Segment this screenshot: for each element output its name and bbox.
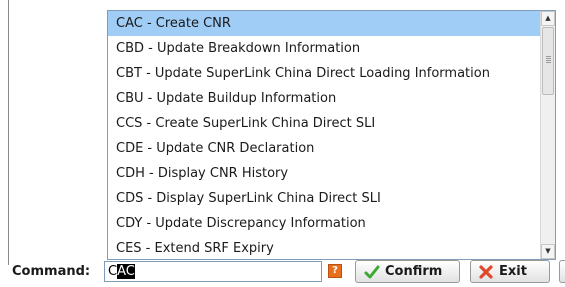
dropdown-option-cac[interactable]: CAC - Create CNR — [108, 11, 541, 36]
dropdown-option-cde[interactable]: CDE - Update CNR Declaration — [108, 136, 541, 161]
command-selected-text: AC — [117, 264, 135, 279]
dropdown-option-cbt[interactable]: CBT - Update SuperLink China Direct Load… — [108, 61, 541, 86]
panel-left-border — [8, 0, 9, 265]
command-input[interactable]: CAC — [104, 261, 322, 282]
exit-button[interactable]: Exit — [470, 260, 550, 283]
dropdown-option-cbd[interactable]: CBD - Update Breakdown Information — [108, 36, 541, 61]
exit-button-label: Exit — [499, 264, 527, 279]
confirm-button-label: Confirm — [385, 264, 443, 279]
x-icon — [479, 264, 493, 279]
dropdown-option-cds[interactable]: CDS - Display SuperLink China Direct SLI — [108, 186, 541, 211]
dropdown-option-cdy[interactable]: CDY - Update Discrepancy Information — [108, 211, 541, 236]
scroll-up-arrow-icon[interactable]: ▲ — [541, 11, 555, 26]
scroll-thumb[interactable] — [542, 27, 554, 95]
command-typed-text: C — [108, 264, 118, 279]
check-icon — [364, 265, 380, 278]
dropdown-option-cbu[interactable]: CBU - Update Buildup Information — [108, 86, 541, 111]
dropdown-options: CAC - Create CNR CBD - Update Breakdown … — [108, 11, 541, 259]
command-dropdown-list[interactable]: CAC - Create CNR CBD - Update Breakdown … — [107, 10, 556, 260]
dropdown-scrollbar[interactable]: ▲ ▼ — [540, 11, 555, 259]
dropdown-option-ccs[interactable]: CCS - Create SuperLink China Direct SLI — [108, 111, 541, 136]
dropdown-option-ces[interactable]: CES - Extend SRF Expiry — [108, 236, 541, 259]
confirm-button[interactable]: Confirm — [355, 260, 460, 283]
dropdown-option-cdh[interactable]: CDH - Display CNR History — [108, 161, 541, 186]
scroll-down-arrow-icon[interactable]: ▼ — [541, 244, 555, 259]
command-label: Command: — [12, 264, 91, 279]
next-button-partial[interactable] — [559, 260, 565, 283]
help-icon[interactable]: ? — [328, 264, 342, 278]
scroll-grip-icon — [546, 56, 551, 57]
